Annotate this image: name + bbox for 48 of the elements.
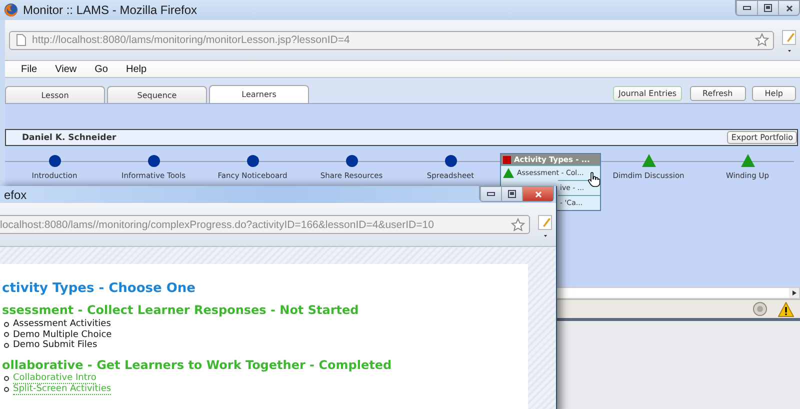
tab[interactable]: Lesson <box>5 86 105 103</box>
page-heading: ctivity Types - Choose One <box>2 281 196 296</box>
menu-item[interactable]: Help <box>126 64 147 74</box>
section-heading: ssessment - Collect Learner Responses - Not Started <box>2 303 360 317</box>
toolbar-button[interactable]: Refresh <box>690 86 746 101</box>
maximize-icon[interactable] <box>508 190 516 198</box>
bullet-icon <box>4 322 9 327</box>
minimize-icon[interactable] <box>487 192 495 196</box>
completed-activity-icon[interactable] <box>148 155 160 167</box>
window-title: efox <box>4 188 27 202</box>
completed-activity-icon[interactable] <box>246 155 258 167</box>
toolbar-button[interactable]: Journal Entries <box>613 86 682 101</box>
window-controls[interactable] <box>735 0 800 16</box>
bullet-icon <box>4 386 9 392</box>
triangle-icon <box>503 168 514 178</box>
toolbar-button[interactable]: Help <box>752 86 796 101</box>
activity-name: Demo Multiple Choice <box>13 330 112 340</box>
export-button[interactable]: Export Portfolio <box>727 131 797 144</box>
bullet-icon <box>4 342 9 348</box>
maximize-icon[interactable] <box>764 4 772 12</box>
tab[interactable]: Learners <box>209 85 309 103</box>
menu-item[interactable]: View <box>55 64 77 74</box>
bullet-icon <box>4 332 9 338</box>
menu-item[interactable]: Go <box>94 64 108 74</box>
completed-activity-icon[interactable] <box>48 155 60 167</box>
hand-cursor-icon <box>588 172 600 187</box>
window-title: Monitor :: LAMS - Mozilla Firefox <box>23 3 198 17</box>
window-controls[interactable] <box>479 186 554 202</box>
bullet-icon <box>4 376 9 382</box>
activity-name: Demo Submit Files <box>13 340 98 350</box>
square-icon <box>503 156 511 164</box>
tab[interactable]: Sequence <box>107 86 207 103</box>
activity-name: Assessment Activities <box>13 319 111 330</box>
completed-activity-icon[interactable] <box>444 155 456 167</box>
scroll-right-icon[interactable] <box>789 288 799 298</box>
learner-name: Daniel K. Schneider <box>22 132 116 142</box>
page-icon <box>16 34 26 46</box>
star-icon[interactable] <box>511 218 525 232</box>
close-icon[interactable] <box>786 4 792 12</box>
plugin-icon <box>752 301 768 317</box>
firefox-icon <box>4 3 18 17</box>
star-icon[interactable] <box>755 33 769 47</box>
section-heading: ollaborative - Get Learners to Work Together - Completed <box>2 358 393 372</box>
minimize-icon[interactable] <box>743 6 751 10</box>
horizontal-scrollbar[interactable] <box>555 287 800 299</box>
completed-activity-icon[interactable] <box>346 155 358 167</box>
warning-icon <box>778 302 794 316</box>
menu-item[interactable]: File <box>21 64 38 74</box>
